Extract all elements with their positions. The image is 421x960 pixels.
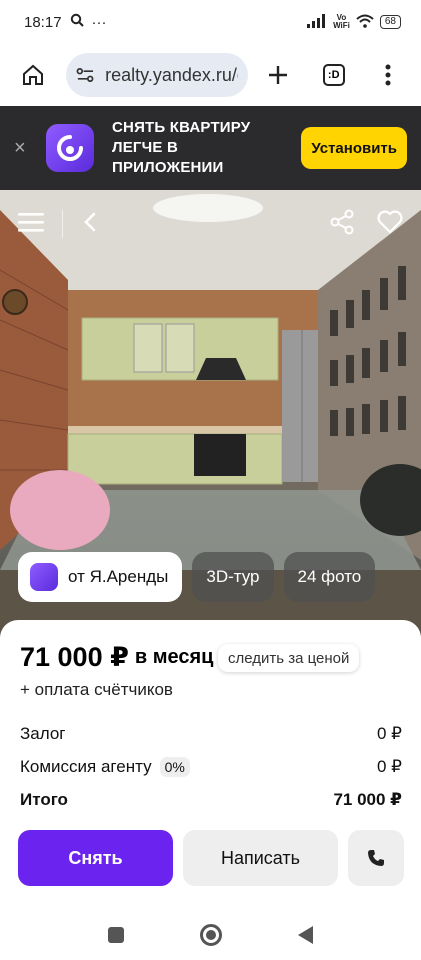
rent-button[interactable]: Снять: [18, 830, 173, 886]
recents-button[interactable]: [108, 927, 124, 943]
watch-price-button[interactable]: следить за ценой: [218, 644, 360, 672]
deposit-label: Залог: [20, 724, 66, 743]
app-install-banner: × Снять квартиру легче в приложении Уста…: [0, 106, 421, 190]
banner-text: Снять квартиру легче в приложении: [112, 119, 251, 176]
meters-note: + оплата счётчиков: [20, 680, 173, 699]
photo-count-chip[interactable]: 24 фото: [283, 552, 376, 602]
share-icon: [330, 209, 354, 234]
favorite-button[interactable]: [377, 210, 403, 239]
share-button[interactable]: [329, 209, 355, 240]
total-label: Итого: [20, 790, 68, 809]
total-row: Итого 71 000 ₽: [20, 790, 402, 810]
home-nav-button[interactable]: [200, 924, 222, 946]
tab-count: :D: [322, 64, 345, 86]
banner-close-button[interactable]: ×: [14, 137, 38, 160]
address-bar[interactable]: realty.yandex.ru/c: [66, 53, 249, 97]
deposit-row: Залог 0 ₽: [20, 724, 402, 744]
browser-menu-button[interactable]: [369, 55, 407, 95]
search-icon: [70, 13, 84, 31]
price-period: в месяц: [134, 646, 214, 668]
new-tab-button[interactable]: [258, 55, 296, 95]
hamburger-icon: [18, 212, 44, 232]
price: 71 000 ₽: [20, 642, 129, 672]
home-icon: [23, 64, 44, 85]
action-buttons: Снять Написать: [18, 830, 404, 886]
phone-icon: [368, 850, 384, 866]
commission-row: Комиссия агенту 0% 0 ₽: [20, 757, 402, 777]
status-bar: 18:17 ··· Vo WiFi 68: [0, 0, 421, 44]
3d-tour-chip[interactable]: 3D-тур: [192, 552, 274, 602]
site-settings-icon: [76, 67, 94, 83]
status-time: 18:17: [24, 13, 62, 31]
more-vert-icon: [385, 64, 391, 86]
wifi-icon: [356, 14, 374, 31]
commission-label: Комиссия агенту: [20, 757, 152, 776]
price-row: 71 000 ₽ в месяц: [20, 642, 213, 673]
chevron-left-icon: [84, 212, 96, 231]
menu-button[interactable]: [18, 212, 44, 237]
deposit-value: 0 ₽: [377, 724, 402, 743]
commission-value: 0 ₽: [377, 757, 402, 776]
url-text: realty.yandex.ru/c: [105, 64, 239, 85]
listing-details: 71 000 ₽ в месяц следить за ценой + опла…: [0, 620, 421, 960]
signal-icon: [307, 13, 327, 31]
tabs-button[interactable]: :D: [315, 55, 353, 95]
write-button[interactable]: Написать: [183, 830, 338, 886]
yandex-arenda-icon: [30, 563, 58, 591]
photo-chips: от Я.Аренды 3D-тур 24 фото: [18, 552, 376, 602]
call-button[interactable]: [348, 830, 404, 886]
vowifi-bottom: WiFi: [333, 21, 350, 30]
plus-icon: [268, 66, 287, 84]
source-chip[interactable]: от Я.Аренды: [18, 552, 183, 602]
app-logo-icon: [46, 124, 94, 172]
home-button[interactable]: [14, 55, 52, 95]
vowifi-indicator: Vo WiFi: [333, 14, 350, 30]
listing-photo[interactable]: от Я.Аренды 3D-тур 24 фото: [0, 190, 421, 640]
install-app-button[interactable]: Установить: [301, 127, 407, 169]
toolbar-divider: [62, 210, 63, 238]
battery-indicator: 68: [379, 15, 401, 29]
back-nav-button[interactable]: [298, 926, 313, 944]
photo-toolbar: [0, 202, 421, 246]
more-notifications-icon: ···: [91, 13, 107, 31]
back-button[interactable]: [83, 212, 97, 237]
source-chip-label: от Я.Аренды: [68, 567, 169, 586]
browser-toolbar: realty.yandex.ru/c :D: [0, 44, 421, 106]
heart-icon: [377, 210, 403, 233]
total-value: 71 000 ₽: [333, 790, 402, 809]
commission-badge: 0%: [159, 757, 190, 777]
system-nav-bar: [0, 910, 421, 960]
